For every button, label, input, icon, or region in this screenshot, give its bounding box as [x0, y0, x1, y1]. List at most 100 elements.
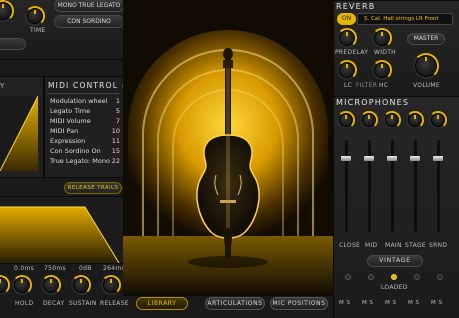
- time-knob-label: TIME: [30, 27, 46, 34]
- decay-value: 750ms: [44, 265, 66, 272]
- release-trails-button[interactable]: RELEASE TRAILS: [64, 182, 122, 194]
- mic-stage-mute-solo[interactable]: M S: [408, 300, 420, 306]
- mic-mid-fader[interactable]: [368, 140, 371, 232]
- mic-load-led-main[interactable]: [391, 274, 397, 280]
- mic-stage-fader-handle[interactable]: [410, 156, 420, 161]
- tab-library[interactable]: LIBRARY: [136, 297, 188, 310]
- kontakt-instrument-ui: TIME MONO TRUE LEGATO CON SORDINO Y MIDI…: [0, 0, 459, 318]
- release-value: 264ms: [103, 265, 125, 272]
- mic-main-fader-handle[interactable]: [387, 156, 397, 161]
- midi-row[interactable]: Expression 11: [50, 137, 120, 145]
- midi-row-cc: 11: [111, 137, 120, 145]
- mic-channel-label-close: CLOSE: [339, 242, 361, 249]
- mic-load-led-close[interactable]: [345, 274, 351, 280]
- filter-label: FILTER: [356, 82, 378, 89]
- mic-channel-label-stage: STAGE: [405, 242, 426, 249]
- mic-stage-pan-knob[interactable]: [406, 111, 424, 129]
- volume-label: VOLUME: [413, 82, 440, 89]
- mic-main-mute-solo[interactable]: M S: [385, 300, 397, 306]
- reverb-preset-selector[interactable]: S. Cal. Hall strings LR Front: [357, 13, 453, 25]
- midi-row-cc: 5: [115, 107, 120, 115]
- hold-knob[interactable]: [12, 275, 32, 295]
- mic-loaded-label: LOADED: [381, 284, 408, 291]
- mic-srnd-pan-knob[interactable]: [429, 111, 447, 129]
- midi-row-name: Legato Time: [50, 107, 91, 115]
- mic-srnd-fader[interactable]: [437, 140, 440, 232]
- time-knob[interactable]: [25, 6, 45, 26]
- lc-label: LC: [344, 82, 353, 89]
- left-cut-knob[interactable]: [0, 0, 14, 22]
- envelope-graphic: [0, 206, 120, 264]
- predelay-label: PREDELAY: [335, 49, 369, 56]
- sustain-knob[interactable]: [71, 275, 91, 295]
- midi-row[interactable]: True Legato: Mono 22: [50, 157, 120, 165]
- sustain-label: SUSTAIN: [69, 300, 97, 307]
- midi-row[interactable]: Modulation wheel 1: [50, 97, 120, 105]
- midi-row[interactable]: Con Sordino On 15: [50, 147, 120, 155]
- midi-row-name: MIDI Pan: [50, 127, 79, 135]
- midi-row-cc: 10: [111, 127, 120, 135]
- predelay-knob[interactable]: [337, 28, 357, 48]
- width-label: WIDTH: [374, 49, 396, 56]
- attack-knob[interactable]: [0, 275, 10, 295]
- mono-true-legato-button[interactable]: MONO TRUE LEGATO: [54, 0, 124, 12]
- mic-close-pan-knob[interactable]: [337, 111, 355, 129]
- midi-row[interactable]: MIDI Volume 7: [50, 117, 120, 125]
- mic-close-fader-handle[interactable]: [341, 156, 351, 161]
- release-knob[interactable]: [101, 275, 121, 295]
- mic-main-pan-knob[interactable]: [383, 111, 401, 129]
- time-value: 0.0ms: [14, 265, 35, 272]
- violin-illustration: [123, 0, 333, 296]
- reverb-volume-knob[interactable]: [413, 53, 439, 79]
- left-cut-button[interactable]: [0, 38, 26, 50]
- midi-row[interactable]: MIDI Pan 10: [50, 127, 120, 135]
- mic-channel-label-main: MAIN: [385, 242, 402, 249]
- mic-mid-pan-knob[interactable]: [360, 111, 378, 129]
- microphones-title: MICROPHONES: [336, 98, 410, 107]
- con-sordino-button[interactable]: CON SORDINO: [54, 15, 124, 28]
- mic-preset-button[interactable]: VINTAGE: [367, 255, 423, 267]
- mic-channel-label-mid: MID: [365, 242, 378, 249]
- midi-row-cc: 22: [111, 157, 120, 165]
- tab-mic-positions[interactable]: MIC POSITIONS: [270, 297, 328, 310]
- reverb-on-toggle[interactable]: ON: [337, 13, 356, 25]
- instrument-artwork: [123, 0, 333, 296]
- left-curve-title: Y: [0, 82, 6, 90]
- mic-mid-fader-handle[interactable]: [364, 156, 374, 161]
- left-curve-display: [0, 95, 39, 172]
- mic-close-fader[interactable]: [345, 140, 348, 232]
- midi-row-name: Modulation wheel: [50, 97, 108, 105]
- width-knob[interactable]: [372, 28, 392, 48]
- hc-knob[interactable]: [372, 60, 392, 80]
- mic-load-led-mid[interactable]: [368, 274, 374, 280]
- sustain-value: 0dB: [79, 265, 92, 272]
- midi-row-name: MIDI Volume: [50, 117, 91, 125]
- lc-knob[interactable]: [337, 60, 357, 80]
- reverb-title: REVERB: [336, 2, 376, 11]
- midi-row-name: Con Sordino On: [50, 147, 101, 155]
- mic-srnd-fader-handle[interactable]: [433, 156, 443, 161]
- midi-row-cc: 1: [115, 97, 120, 105]
- midi-control-divider: [47, 93, 119, 94]
- mic-mid-mute-solo[interactable]: M S: [362, 300, 374, 306]
- mic-main-fader[interactable]: [391, 140, 394, 232]
- midi-control-title: MIDI CONTROL #: [48, 81, 130, 90]
- hold-label: HOLD: [15, 300, 34, 307]
- decay-label: DECAY: [43, 300, 65, 307]
- mic-stage-fader[interactable]: [414, 140, 417, 232]
- reverb-master-button[interactable]: MASTER: [407, 33, 445, 45]
- midi-row-cc: 7: [115, 117, 120, 125]
- mic-load-led-srnd[interactable]: [437, 274, 443, 280]
- midi-row[interactable]: Legato Time 5: [50, 107, 120, 115]
- mic-channel-label-srnd: SRND: [429, 242, 448, 249]
- mic-close-mute-solo[interactable]: M S: [339, 300, 351, 306]
- mic-srnd-mute-solo[interactable]: M S: [431, 300, 443, 306]
- midi-row-name: Expression: [50, 137, 86, 145]
- hc-label: HC: [379, 82, 389, 89]
- midi-row-cc: 15: [111, 147, 120, 155]
- tab-articulations[interactable]: ARTICULATIONS: [205, 297, 265, 310]
- mic-load-led-stage[interactable]: [414, 274, 420, 280]
- release-label: RELEASE: [100, 300, 129, 307]
- decay-knob[interactable]: [41, 275, 61, 295]
- midi-row-name: True Legato: Mono: [50, 157, 110, 165]
